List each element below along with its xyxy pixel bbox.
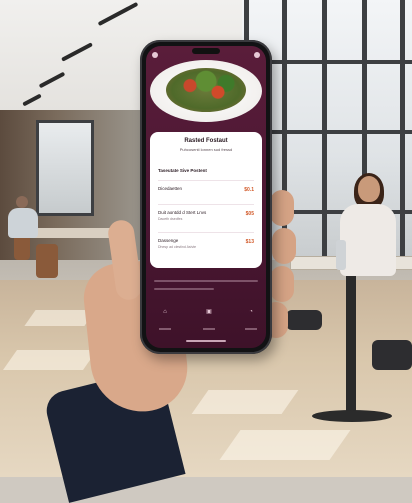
ceiling-light — [22, 93, 42, 107]
ceiling-light — [61, 42, 93, 62]
dish-subtitle: Puhcosenti lonnen sud fressd — [179, 147, 233, 152]
cart-icon: ⌂ — [163, 309, 167, 315]
nav-chat[interactable]: ◔ — [246, 308, 256, 316]
menu-item[interactable]: Dicedaetten $0.1 — [158, 180, 254, 201]
camera-notch — [192, 48, 220, 54]
ceiling-light — [97, 1, 139, 27]
menu-item-price: $13 — [245, 239, 254, 245]
sunlight-patch — [191, 390, 299, 414]
sunlight-patch — [2, 350, 98, 370]
background-table — [30, 228, 120, 238]
water-bottle — [336, 240, 346, 270]
dish-title: Rasted Fostaut — [184, 138, 228, 144]
menu-item-name: Dassenge — [158, 238, 179, 243]
left-window — [36, 120, 94, 216]
finger — [270, 190, 294, 226]
photo-icon: ▣ — [206, 309, 212, 315]
chair — [372, 340, 412, 370]
menu-item-price: $05 — [245, 211, 254, 217]
nav-cart[interactable]: ⌂ — [160, 308, 170, 316]
nav-label — [245, 328, 257, 330]
footer-text-line — [154, 280, 258, 282]
menu-item-desc: Daceth dsedfes — [158, 217, 183, 221]
menu-item-desc: Dhesp ad clestind Asivte — [158, 245, 197, 249]
status-icon — [152, 52, 158, 58]
menu-item[interactable]: Duit aontdd d Stert Lnvs Daceth dsedfes … — [158, 204, 254, 225]
nav-label — [203, 328, 215, 330]
table-base — [312, 410, 392, 422]
section-heading: Taseutate Sive Postent — [158, 168, 207, 173]
phone-screen[interactable]: Rasted Fostaut Puhcosenti lonnen sud fre… — [146, 46, 266, 348]
menu-item-price: $0.1 — [244, 187, 254, 193]
menu-item-name: Dicedaetten — [158, 186, 183, 191]
nav-photo[interactable]: ▣ — [204, 308, 214, 316]
menu-item[interactable]: Dassenge Dhesp ad clestind Asivte $13 — [158, 232, 254, 253]
menu-card: Rasted Fostaut Puhcosenti lonnen sud fre… — [150, 132, 262, 268]
status-icon — [254, 52, 260, 58]
footer-text-line — [154, 288, 214, 290]
ceiling-light — [38, 71, 66, 89]
woman-seated — [336, 173, 400, 286]
background-diner — [8, 196, 38, 242]
menu-item-name: Duit aontdd d Stert Lnvs — [158, 210, 207, 215]
chair — [286, 310, 322, 330]
chat-icon: ◔ — [249, 309, 253, 315]
chair — [36, 244, 58, 278]
table-leg — [346, 268, 356, 418]
sunlight-patch — [219, 430, 351, 460]
home-indicator[interactable] — [186, 340, 226, 342]
nav-label — [159, 328, 171, 330]
finger — [272, 228, 296, 264]
salad-dish-image — [166, 68, 246, 112]
finger — [270, 266, 294, 302]
